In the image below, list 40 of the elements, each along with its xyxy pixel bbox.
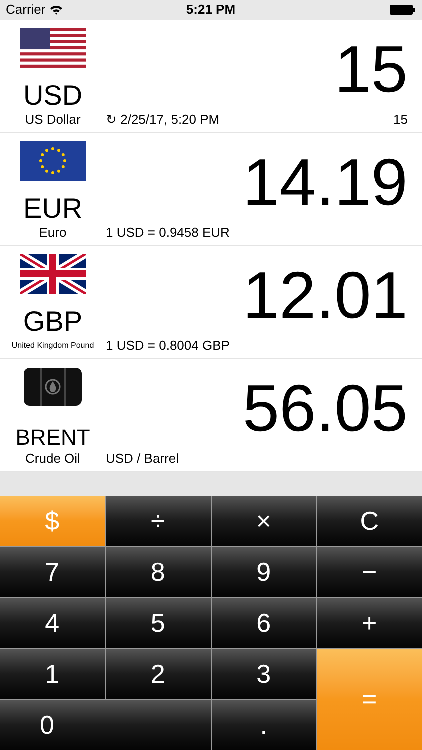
keypad-key[interactable]: 9 [212,547,316,597]
keypad-key[interactable]: 8 [106,547,210,597]
keypad-key[interactable]: 5 [106,598,210,648]
currency-code: GBP [23,308,83,336]
flag-icon [20,28,86,68]
flag-icon [20,141,86,181]
carrier-label: Carrier [6,1,46,20]
keypad-key[interactable]: 7 [0,547,105,597]
keypad-key[interactable]: 3 [212,649,316,699]
currency-code: EUR [23,195,83,223]
keypad-key[interactable]: + [317,598,422,648]
currency-name: Euro [38,224,68,242]
amount[interactable]: 15 [334,36,408,102]
currency-code: USD [23,82,83,110]
clock: 5:21 PM [186,1,236,20]
keypad-key[interactable]: 6 [212,598,316,648]
keypad-key[interactable]: . [212,700,316,750]
keypad-key[interactable]: × [212,496,316,546]
rate-info: 1 USD = 0.9458 EUR [106,224,231,242]
keypad-key[interactable]: 2 [106,649,210,699]
input-value: 15 [394,111,409,130]
keypad-key[interactable]: ÷ [106,496,210,546]
amount[interactable]: 56.05 [242,375,408,441]
keypad-key[interactable]: 1 [0,649,105,699]
rate-info: ↻ 2/25/17, 5:20 PM [106,111,221,130]
currency-name: United Kingdom Pound [10,340,96,352]
currency-code: BRENT [16,427,90,449]
amount[interactable]: 14.19 [242,149,408,215]
amount[interactable]: 12.01 [242,262,408,328]
wifi-icon [50,5,63,15]
currency-name: US Dollar [24,111,82,130]
keypad-key[interactable]: 0 [0,700,210,750]
keypad-key[interactable]: − [317,547,422,597]
keypad-key[interactable]: C [317,496,422,546]
battery-icon [390,5,416,15]
keypad-key[interactable]: 4 [0,598,105,648]
flag-icon [20,254,86,294]
rate-info: 1 USD = 0.8004 GBP [106,337,231,356]
rate-info: USD / Barrel [106,450,180,468]
currency-name: Crude Oil [24,450,82,468]
